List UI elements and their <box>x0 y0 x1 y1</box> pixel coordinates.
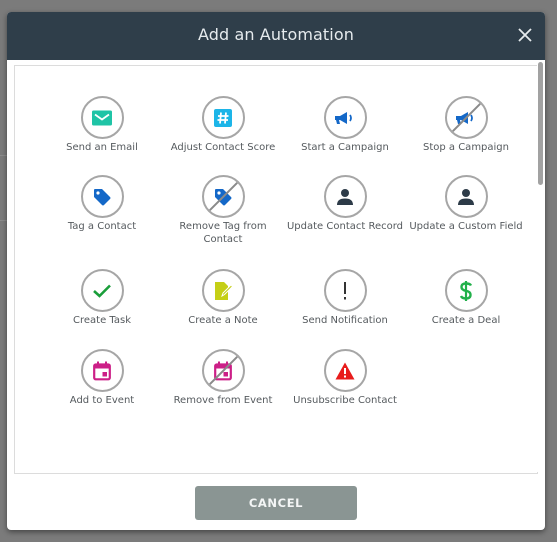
automation-option-icon-circle <box>323 349 367 392</box>
automation-list: Send an Email Adjust Contact Score Start a… <box>14 65 538 474</box>
automation-option[interactable]: Send Notification <box>285 269 405 328</box>
calendar-icon <box>93 361 111 380</box>
automation-option-icon-circle <box>323 96 367 139</box>
modal-header: Add an Automation <box>7 12 545 60</box>
automation-option[interactable]: Unsubscribe Contact <box>285 349 405 408</box>
automation-option-icon-circle <box>323 175 367 218</box>
automation-option-label: Tag a Contact <box>67 221 137 232</box>
automation-option-label: Remove from Event <box>173 395 273 406</box>
automation-option-icon-circle <box>201 96 245 139</box>
automation-option-icon-circle <box>80 349 124 392</box>
automation-option[interactable]: Create a Deal <box>406 269 526 328</box>
automation-option-icon-circle <box>201 349 245 392</box>
envelope-icon <box>92 110 112 125</box>
warning-icon <box>335 362 355 380</box>
automation-option[interactable]: Remove Tag from Contact <box>163 175 283 246</box>
automation-option-icon-circle <box>323 269 367 312</box>
automation-option[interactable]: Start a Campaign <box>285 96 405 155</box>
automation-option-label: Adjust Contact Score <box>170 142 276 153</box>
automation-option[interactable]: Update a Custom Field <box>406 175 526 234</box>
automation-option[interactable]: Remove from Event <box>163 349 283 408</box>
automation-option[interactable]: Send an Email <box>42 96 162 155</box>
person-icon <box>457 188 475 206</box>
automation-option-icon-circle <box>444 96 488 139</box>
automation-option-label: Add to Event <box>69 395 135 406</box>
remove-slash-icon <box>203 351 243 390</box>
close-icon <box>518 28 532 42</box>
automation-option[interactable]: Tag a Contact <box>42 175 162 234</box>
dollar-icon <box>459 280 473 302</box>
automation-option-icon-circle <box>201 269 245 312</box>
megaphone-icon <box>334 110 356 126</box>
person-icon <box>336 188 354 206</box>
scrollbar[interactable] <box>537 60 545 472</box>
automation-option-label: Stop a Campaign <box>422 142 509 153</box>
automation-option-label: Update Contact Record <box>286 221 404 232</box>
automation-option[interactable]: Adjust Contact Score <box>163 96 283 155</box>
automation-option-label: Create a Note <box>188 315 258 326</box>
note-icon <box>213 281 233 301</box>
checkmark-icon <box>92 283 112 299</box>
automation-option[interactable]: Create Task <box>42 269 162 328</box>
automation-option-icon-circle <box>80 175 124 218</box>
automation-option-label: Send an Email <box>66 142 138 153</box>
scrollbar-thumb[interactable] <box>538 62 543 185</box>
automation-option-label: Unsubscribe Contact <box>293 395 397 406</box>
add-automation-modal: Add an Automation Send an Email Adjust Co… <box>7 12 545 530</box>
automation-option-label: Create Task <box>73 315 131 326</box>
hashtag-icon <box>214 108 232 127</box>
cancel-button[interactable]: CANCEL <box>195 486 357 520</box>
automation-option[interactable]: Add to Event <box>42 349 162 408</box>
automation-option-label: Create a Deal <box>431 315 501 326</box>
automation-grid: Send an Email Adjust Contact Score Start a… <box>15 66 537 473</box>
automation-option-icon-circle <box>444 269 488 312</box>
automation-option-label: Remove Tag from Contact <box>179 221 267 245</box>
automation-option-label: Send Notification <box>302 315 388 326</box>
automation-option-label: Start a Campaign <box>301 142 389 153</box>
close-button[interactable] <box>515 25 535 45</box>
remove-slash-icon <box>203 177 243 216</box>
automation-option[interactable]: Create a Note <box>163 269 283 328</box>
automation-option[interactable]: Update Contact Record <box>285 175 405 234</box>
automation-option-icon-circle <box>201 175 245 218</box>
automation-option[interactable]: Stop a Campaign <box>406 96 526 155</box>
background-divider <box>0 220 7 221</box>
remove-slash-icon <box>446 98 486 137</box>
automation-option-label: Update a Custom Field <box>409 221 523 232</box>
automation-option-icon-circle <box>444 175 488 218</box>
automation-option-icon-circle <box>80 96 124 139</box>
automation-option-icon-circle <box>80 269 124 312</box>
modal-title: Add an Automation <box>198 25 354 44</box>
exclamation-icon <box>341 281 349 301</box>
tag-icon <box>92 187 112 207</box>
background-divider <box>0 155 7 156</box>
